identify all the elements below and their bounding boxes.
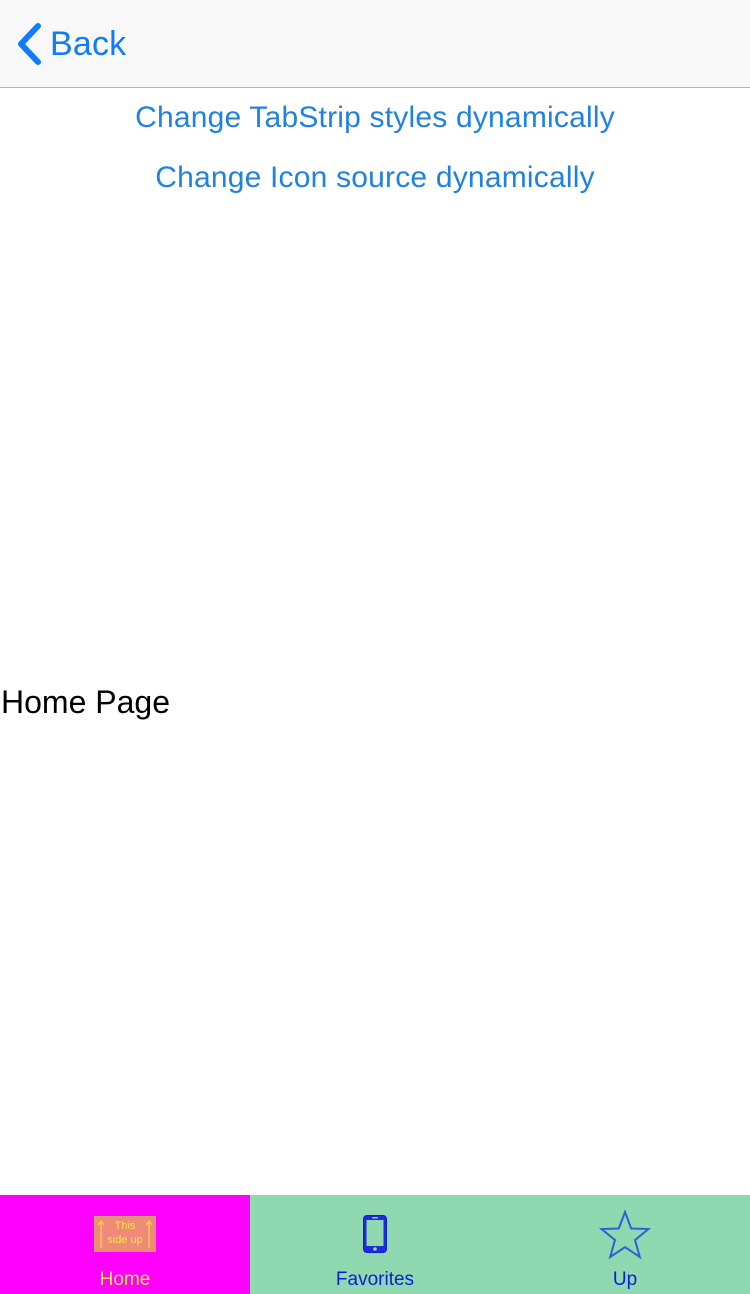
star-icon xyxy=(599,1210,651,1260)
page-content: Change TabStrip styles dynamically Chang… xyxy=(0,89,750,1195)
screen: Back Change TabStrip styles dynamically … xyxy=(0,0,750,1294)
smartphone-icon xyxy=(363,1215,387,1253)
tab-home[interactable]: This side up Home xyxy=(0,1195,250,1294)
change-icon-source-button[interactable]: Change Icon source dynamically xyxy=(0,161,750,195)
back-label: Back xyxy=(50,24,127,63)
tab-home-label: Home xyxy=(99,1269,151,1290)
navigation-bar: Back xyxy=(0,0,750,88)
page-title: Home Page xyxy=(1,684,170,720)
tab-up-label: Up xyxy=(612,1269,638,1290)
chevron-left-icon xyxy=(18,23,41,65)
tab-favorites[interactable]: Favorites xyxy=(250,1195,500,1294)
tab-strip: This side up Home Favorites Up xyxy=(0,1195,750,1294)
back-button[interactable]: Back xyxy=(14,20,126,68)
up-arrow-icon xyxy=(145,1220,153,1248)
this-side-up-icon: This side up xyxy=(94,1216,156,1252)
tab-up[interactable]: Up xyxy=(500,1195,750,1294)
change-tabstrip-styles-button[interactable]: Change TabStrip styles dynamically xyxy=(0,101,750,135)
tab-favorites-label: Favorites xyxy=(335,1269,415,1290)
